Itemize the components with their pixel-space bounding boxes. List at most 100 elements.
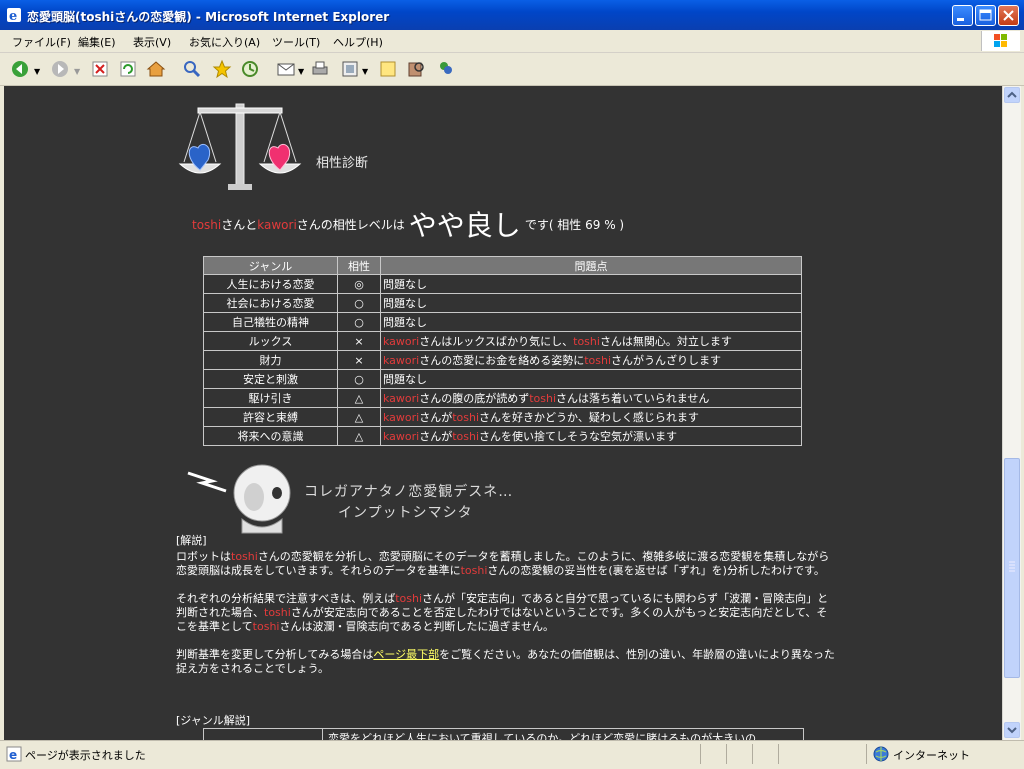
menu-tools[interactable]: ツール(T) [272,34,320,50]
home-icon[interactable] [146,59,166,79]
genre-explanation-heading: [ジャンル解説] [176,714,251,727]
user-name: toshi [264,606,291,619]
compatibility-mark: △ [337,388,381,408]
svg-text:e: e [9,748,17,762]
page-viewport: 相性診断 toshiさんとkaworiさんの相性レベルは やや良し です( 相性 6… [4,86,1002,740]
user-name: toshi [231,550,258,563]
scroll-up-icon [1007,91,1017,98]
problem-cell: kaworiさんの恋愛にお金を絡める姿勢にtoshiさんがうんざりします [380,350,802,370]
explanation-text: さんの恋愛観の妥当性を(裏を返せば「ずれ」を)分析したわけです。 [487,564,825,577]
robot-message-line-2: インプットシマシタ [338,505,473,521]
scroll-up-button[interactable] [1004,87,1020,103]
table-row: 自己犠牲の精神 ○ 問題なし [203,312,802,332]
genre-explanation-table: 恋愛をどれほど人生において重視しているのか。どれほど恋愛に賭けるものが大きいの [203,728,804,740]
compatibility-result: toshiさんとkaworiさんの相性レベルは やや良し です( 相性 69 % ) [192,204,624,244]
robot-message-line-1: コレガアナタノ恋愛観デスネ… [304,484,514,500]
problem-text: 問題なし [383,278,427,291]
scroll-down-icon [1007,727,1017,734]
problem-text: さんはルックスばかり気にし、 [419,335,574,348]
forward-dropdown-icon[interactable]: ▼ [74,67,80,76]
title-bar[interactable]: e 恋愛頭脳(toshiさんの恋愛観) - Microsoft Internet… [0,0,1024,30]
user-name: toshi [529,392,557,405]
p3-text-before: 判断基準を変更して分析してみる場合は [176,648,374,661]
compatibility-mark: ○ [337,369,381,389]
scroll-thumb[interactable] [1004,458,1020,678]
user-name: toshi [452,430,480,443]
table-row: 駆け引き △ kaworiさんの腹の底が読めずtoshiさんは落ち着いていられません [203,388,802,408]
compatibility-diagnosis-label: 相性診断 [316,156,369,171]
ie-logo-icon: e [7,8,21,23]
genre-cell: 許容と束縛 [203,407,338,427]
problem-cell: 問題なし [380,274,802,294]
table-row: ルックス × kaworiさんはルックスばかり気にし、toshiさんは無関心。対立し… [203,331,802,351]
menu-edit[interactable]: 編集(E) [78,34,116,50]
maximize-button[interactable] [975,5,996,26]
close-icon [1003,10,1014,21]
compatibility-table: ジャンル 相性 問題点 人生における恋愛 ◎ 問題なし 社会における恋愛 ○ 問題なし 自己… [203,256,802,446]
explanation-text: さんは波瀾・冒険志向であると判断したに過ぎません。 [279,620,555,633]
stop-icon[interactable] [90,59,110,79]
ie-window: e 恋愛頭脳(toshiさんの恋愛観) - Microsoft Internet… [0,0,1024,769]
page-bottom-link[interactable]: ページ最下部 [373,648,439,661]
genre-cell: 安定と刺激 [203,369,338,389]
genre-cell: 自己犠牲の精神 [203,312,338,332]
favorites-icon[interactable] [212,59,232,79]
history-icon[interactable] [240,59,260,79]
windows-flag-icon [994,34,1007,47]
problem-text: さんが [419,430,453,443]
refresh-icon[interactable] [118,59,138,79]
problem-cell: 問題なし [380,293,802,313]
explanation-text: それぞれの分析結果で注意すべきは、例えば [176,592,396,605]
messenger-icon[interactable] [436,59,456,79]
back-dropdown-icon[interactable]: ▼ [34,67,40,76]
menu-file[interactable]: ファイル(F) [12,34,71,50]
header-genre: ジャンル [203,256,338,275]
back-icon[interactable] [10,59,30,79]
user-name: kawori [383,335,420,348]
compatibility-mark: ◎ [337,274,381,294]
windows-logo [981,31,1020,51]
explanation-section: [解説] ロボットはtoshiさんの恋愛観を分析し、恋愛頭脳にそのデータを蓄積し… [176,534,836,690]
problem-cell: 問題なし [380,369,802,389]
menu-view[interactable]: 表示(V) [133,34,171,50]
forward-icon[interactable] [50,59,70,79]
search-icon[interactable] [182,59,202,79]
research-icon[interactable] [406,59,426,79]
user-name: toshi [573,335,600,348]
svg-text:e: e [9,9,17,23]
edit-icon[interactable] [340,59,360,79]
print-icon[interactable] [310,59,330,79]
genre-explanation-cell-1 [204,729,323,740]
discuss-icon[interactable] [378,59,398,79]
problem-cell: 問題なし [380,312,802,332]
menu-favorites[interactable]: お気に入り(A) [189,34,260,50]
problem-text: 問題なし [383,373,427,386]
user-name: kawori [383,392,420,405]
minimize-icon [957,18,964,21]
problem-text: 問題なし [383,316,427,329]
compatibility-percent: です( 相性 69 % ) [524,218,625,232]
compatibility-mark: ○ [337,312,381,332]
user-name: kawori [383,430,420,443]
minimize-button[interactable] [952,5,973,26]
genre-cell: 人生における恋愛 [203,274,338,294]
table-row: 社会における恋愛 ○ 問題なし [203,293,802,313]
status-divider-3 [752,744,753,764]
window-title: 恋愛頭脳(toshiさんの恋愛観) - Microsoft Internet E… [27,10,390,24]
result-text-1: さんと [221,218,258,232]
explanation-paragraph-1: ロボットはtoshiさんの恋愛観を分析し、恋愛頭脳にそのデータを蓄積しました。こ… [176,550,836,578]
menu-bar: ファイル(F) 編集(E) 表示(V) お気に入り(A) ツール(T) ヘルプ(… [0,30,1024,53]
user-name: kawori [383,354,420,367]
menu-help[interactable]: ヘルプ(H) [333,34,383,50]
compatibility-mark: △ [337,407,381,427]
close-button[interactable] [998,5,1019,26]
scroll-down-button[interactable] [1004,722,1020,738]
genre-explanation-cell-2: 恋愛をどれほど人生において重視しているのか。どれほど恋愛に賭けるものが大きいの [328,732,757,740]
vertical-scrollbar[interactable] [1002,86,1021,740]
mail-icon[interactable] [276,59,296,79]
edit-dropdown-icon[interactable]: ▼ [362,67,368,76]
explanation-text: ロボットは [176,550,231,563]
problem-text: さんの腹の底が読めず [419,392,530,405]
mail-dropdown-icon[interactable]: ▼ [298,67,304,76]
problem-text: さんは無関心。対立します [599,335,732,348]
